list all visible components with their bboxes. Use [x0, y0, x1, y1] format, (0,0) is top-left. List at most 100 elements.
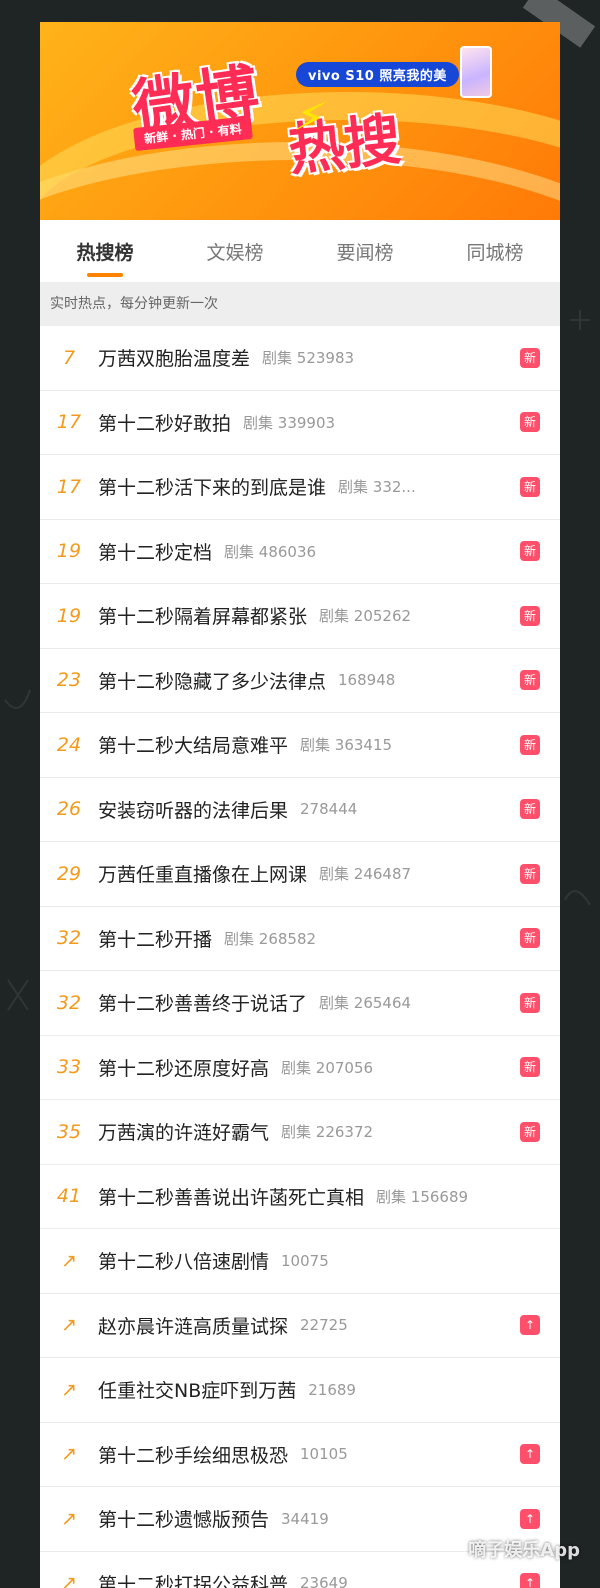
topic-heat: 剧集 339903 [243, 413, 336, 432]
rank-number: 17 [56, 411, 82, 434]
hot-search-list: 7 万茜双胞胎温度差 剧集 523983 新 17 第十二秒好敢拍 剧集 339903 新 17… [40, 326, 560, 1588]
topic-heat: 剧集 486036 [224, 542, 317, 561]
rising-arrow-icon: ↗ [61, 1378, 77, 1401]
list-item[interactable]: 26 安装窃听器的法律后果 278444 新 [40, 778, 560, 842]
list-item[interactable]: ↗ 第十二秒手绘细思极恐 10105 ↑ [40, 1423, 560, 1487]
topic-heat: 剧集 523983 [262, 349, 355, 368]
list-item[interactable]: 24 第十二秒大结局意难平 剧集 363415 新 [40, 713, 560, 778]
active-tab-indicator [86, 272, 123, 277]
weibo-hot-search-banner: 微博 热搜 ⚡ 新鲜 · 热门 · 有料 vivo S10 照亮我的美 [40, 22, 560, 220]
topic-title: 第十二秒善善说出许菡死亡真相 [98, 1186, 365, 1209]
topic-heat: 剧集 363415 [300, 736, 393, 755]
rank-number: 35 [56, 1120, 82, 1143]
list-item[interactable]: ↗ 第十二秒八倍速剧情 10075 [40, 1229, 560, 1294]
topic-heat: 剧集 207056 [281, 1058, 374, 1077]
tab-news[interactable]: 要闻榜 [332, 228, 397, 275]
topic-heat: 34419 [281, 1509, 329, 1528]
topic-title: 万茜双胞胎温度差 [98, 348, 251, 371]
new-badge: 新 [520, 992, 540, 1013]
list-item[interactable]: ↗ 任重社交NB症吓到万茜 21689 [40, 1358, 560, 1423]
ranking-tabs: 热搜榜 文娱榜 要闻榜 同城榜 [40, 220, 560, 282]
tab-label: 文娱榜 [206, 241, 264, 264]
topic-title: 第十二秒好敢拍 [98, 412, 232, 435]
new-badge: 新 [520, 1057, 540, 1078]
topic-heat: 22725 [300, 1316, 348, 1335]
list-item[interactable]: ↗ 赵亦晨许涟高质量试探 22725 ↑ [40, 1294, 560, 1358]
list-item[interactable]: 17 第十二秒活下来的到底是谁 剧集 332... 新 [40, 455, 560, 520]
realtime-subtitle: 实时热点，每分钟更新一次 [40, 282, 560, 326]
topic-title: 第十二秒手绘细思极恐 [98, 1444, 289, 1467]
topic-title: 第十二秒还原度好高 [98, 1057, 270, 1080]
tab-local[interactable]: 同城榜 [462, 228, 527, 275]
list-item[interactable]: 32 第十二秒开播 剧集 268582 新 [40, 907, 560, 971]
new-badge: 新 [520, 1121, 540, 1142]
topic-heat: 168948 [338, 671, 396, 690]
list-item[interactable]: 17 第十二秒好敢拍 剧集 339903 新 [40, 391, 560, 455]
topic-title: 第十二秒开播 [98, 928, 213, 951]
topic-title: 第十二秒善善终于说话了 [98, 993, 308, 1016]
rising-arrow-icon: ↗ [61, 1507, 77, 1530]
tab-hot-search[interactable]: 热搜榜 [72, 228, 137, 277]
new-badge: 新 [520, 412, 540, 433]
topic-title: 第十二秒隐藏了多少法律点 [98, 670, 327, 693]
rank-number: 32 [56, 927, 82, 950]
rising-badge-icon: ↑ [520, 1573, 540, 1588]
rising-badge-icon: ↑ [520, 1444, 540, 1465]
topic-title: 第十二秒隔着屏幕都紧张 [98, 606, 308, 629]
topic-title: 赵亦晨许涟高质量试探 [98, 1315, 289, 1338]
list-item[interactable]: 7 万茜双胞胎温度差 剧集 523983 新 [40, 326, 560, 391]
list-item[interactable]: 19 第十二秒定档 剧集 486036 新 [40, 520, 560, 584]
rank-number: 24 [56, 733, 82, 756]
topic-title: 万茜演的许涟好霸气 [98, 1122, 270, 1145]
hot-search-panel: 微博 热搜 ⚡ 新鲜 · 热门 · 有料 vivo S10 照亮我的美 热搜榜 … [40, 22, 560, 1588]
list-item[interactable]: 35 万茜演的许涟好霸气 剧集 226372 新 [40, 1100, 560, 1165]
topic-heat: 剧集 265464 [319, 994, 412, 1013]
rank-number: 7 [62, 346, 76, 369]
topic-heat: 10105 [300, 1445, 348, 1464]
new-badge: 新 [520, 863, 540, 884]
rank-number: 19 [56, 604, 82, 627]
rising-arrow-icon: ↗ [61, 1443, 77, 1466]
rank-number: 26 [56, 798, 82, 821]
rising-arrow-icon: ↗ [61, 1249, 77, 1272]
rising-badge-icon: ↑ [520, 1508, 540, 1529]
list-item[interactable]: 23 第十二秒隐藏了多少法律点 168948 新 [40, 649, 560, 713]
topic-title: 安装窃听器的法律后果 [98, 799, 289, 822]
list-item[interactable]: 19 第十二秒隔着屏幕都紧张 剧集 205262 新 [40, 584, 560, 649]
new-badge: 新 [520, 928, 540, 949]
topic-heat: 21689 [308, 1380, 356, 1399]
new-badge: 新 [520, 670, 540, 691]
sponsor-ad-label[interactable]: vivo S10 照亮我的美 [296, 62, 459, 87]
rising-arrow-icon: ↗ [61, 1314, 77, 1337]
topic-title: 第十二秒活下来的到底是谁 [98, 477, 327, 500]
topic-heat: 剧集 205262 [319, 607, 412, 626]
list-item[interactable]: 41 第十二秒善善说出许菡死亡真相 剧集 156689 [40, 1165, 560, 1229]
rank-number: 19 [56, 540, 82, 563]
topic-title: 第十二秒大结局意难平 [98, 735, 289, 758]
tab-label: 热搜榜 [76, 241, 134, 264]
topic-title: 第十二秒遗憾版预告 [98, 1509, 270, 1532]
topic-heat: 剧集 268582 [224, 929, 317, 948]
topic-title: 第十二秒定档 [98, 541, 213, 564]
rising-badge-icon: ↑ [520, 1315, 540, 1336]
new-badge: 新 [520, 734, 540, 755]
phone-ad-image[interactable] [460, 46, 492, 98]
topic-heat: 剧集 226372 [281, 1123, 374, 1142]
watermark: 嘀子娱乐App [468, 1540, 580, 1561]
rank-number: 41 [56, 1185, 82, 1208]
list-item[interactable]: 29 万茜任重直播像在上网课 剧集 246487 新 [40, 842, 560, 907]
rising-arrow-icon: ↗ [61, 1572, 77, 1588]
tab-entertainment[interactable]: 文娱榜 [202, 228, 267, 275]
rank-number: 29 [56, 862, 82, 885]
list-item[interactable]: 33 第十二秒还原度好高 剧集 207056 新 [40, 1036, 560, 1100]
list-item[interactable]: 32 第十二秒善善终于说话了 剧集 265464 新 [40, 971, 560, 1036]
topic-heat: 10075 [281, 1251, 329, 1270]
rank-number: 23 [56, 669, 82, 692]
new-badge: 新 [520, 541, 540, 562]
topic-heat: 剧集 156689 [376, 1187, 469, 1206]
topic-title: 万茜任重直播像在上网课 [98, 864, 308, 887]
tab-label: 同城榜 [466, 241, 524, 264]
topic-title: 第十二秒打拐公益科普 [98, 1573, 289, 1588]
topic-heat: 278444 [300, 800, 358, 819]
topic-heat: 剧集 246487 [319, 865, 412, 884]
